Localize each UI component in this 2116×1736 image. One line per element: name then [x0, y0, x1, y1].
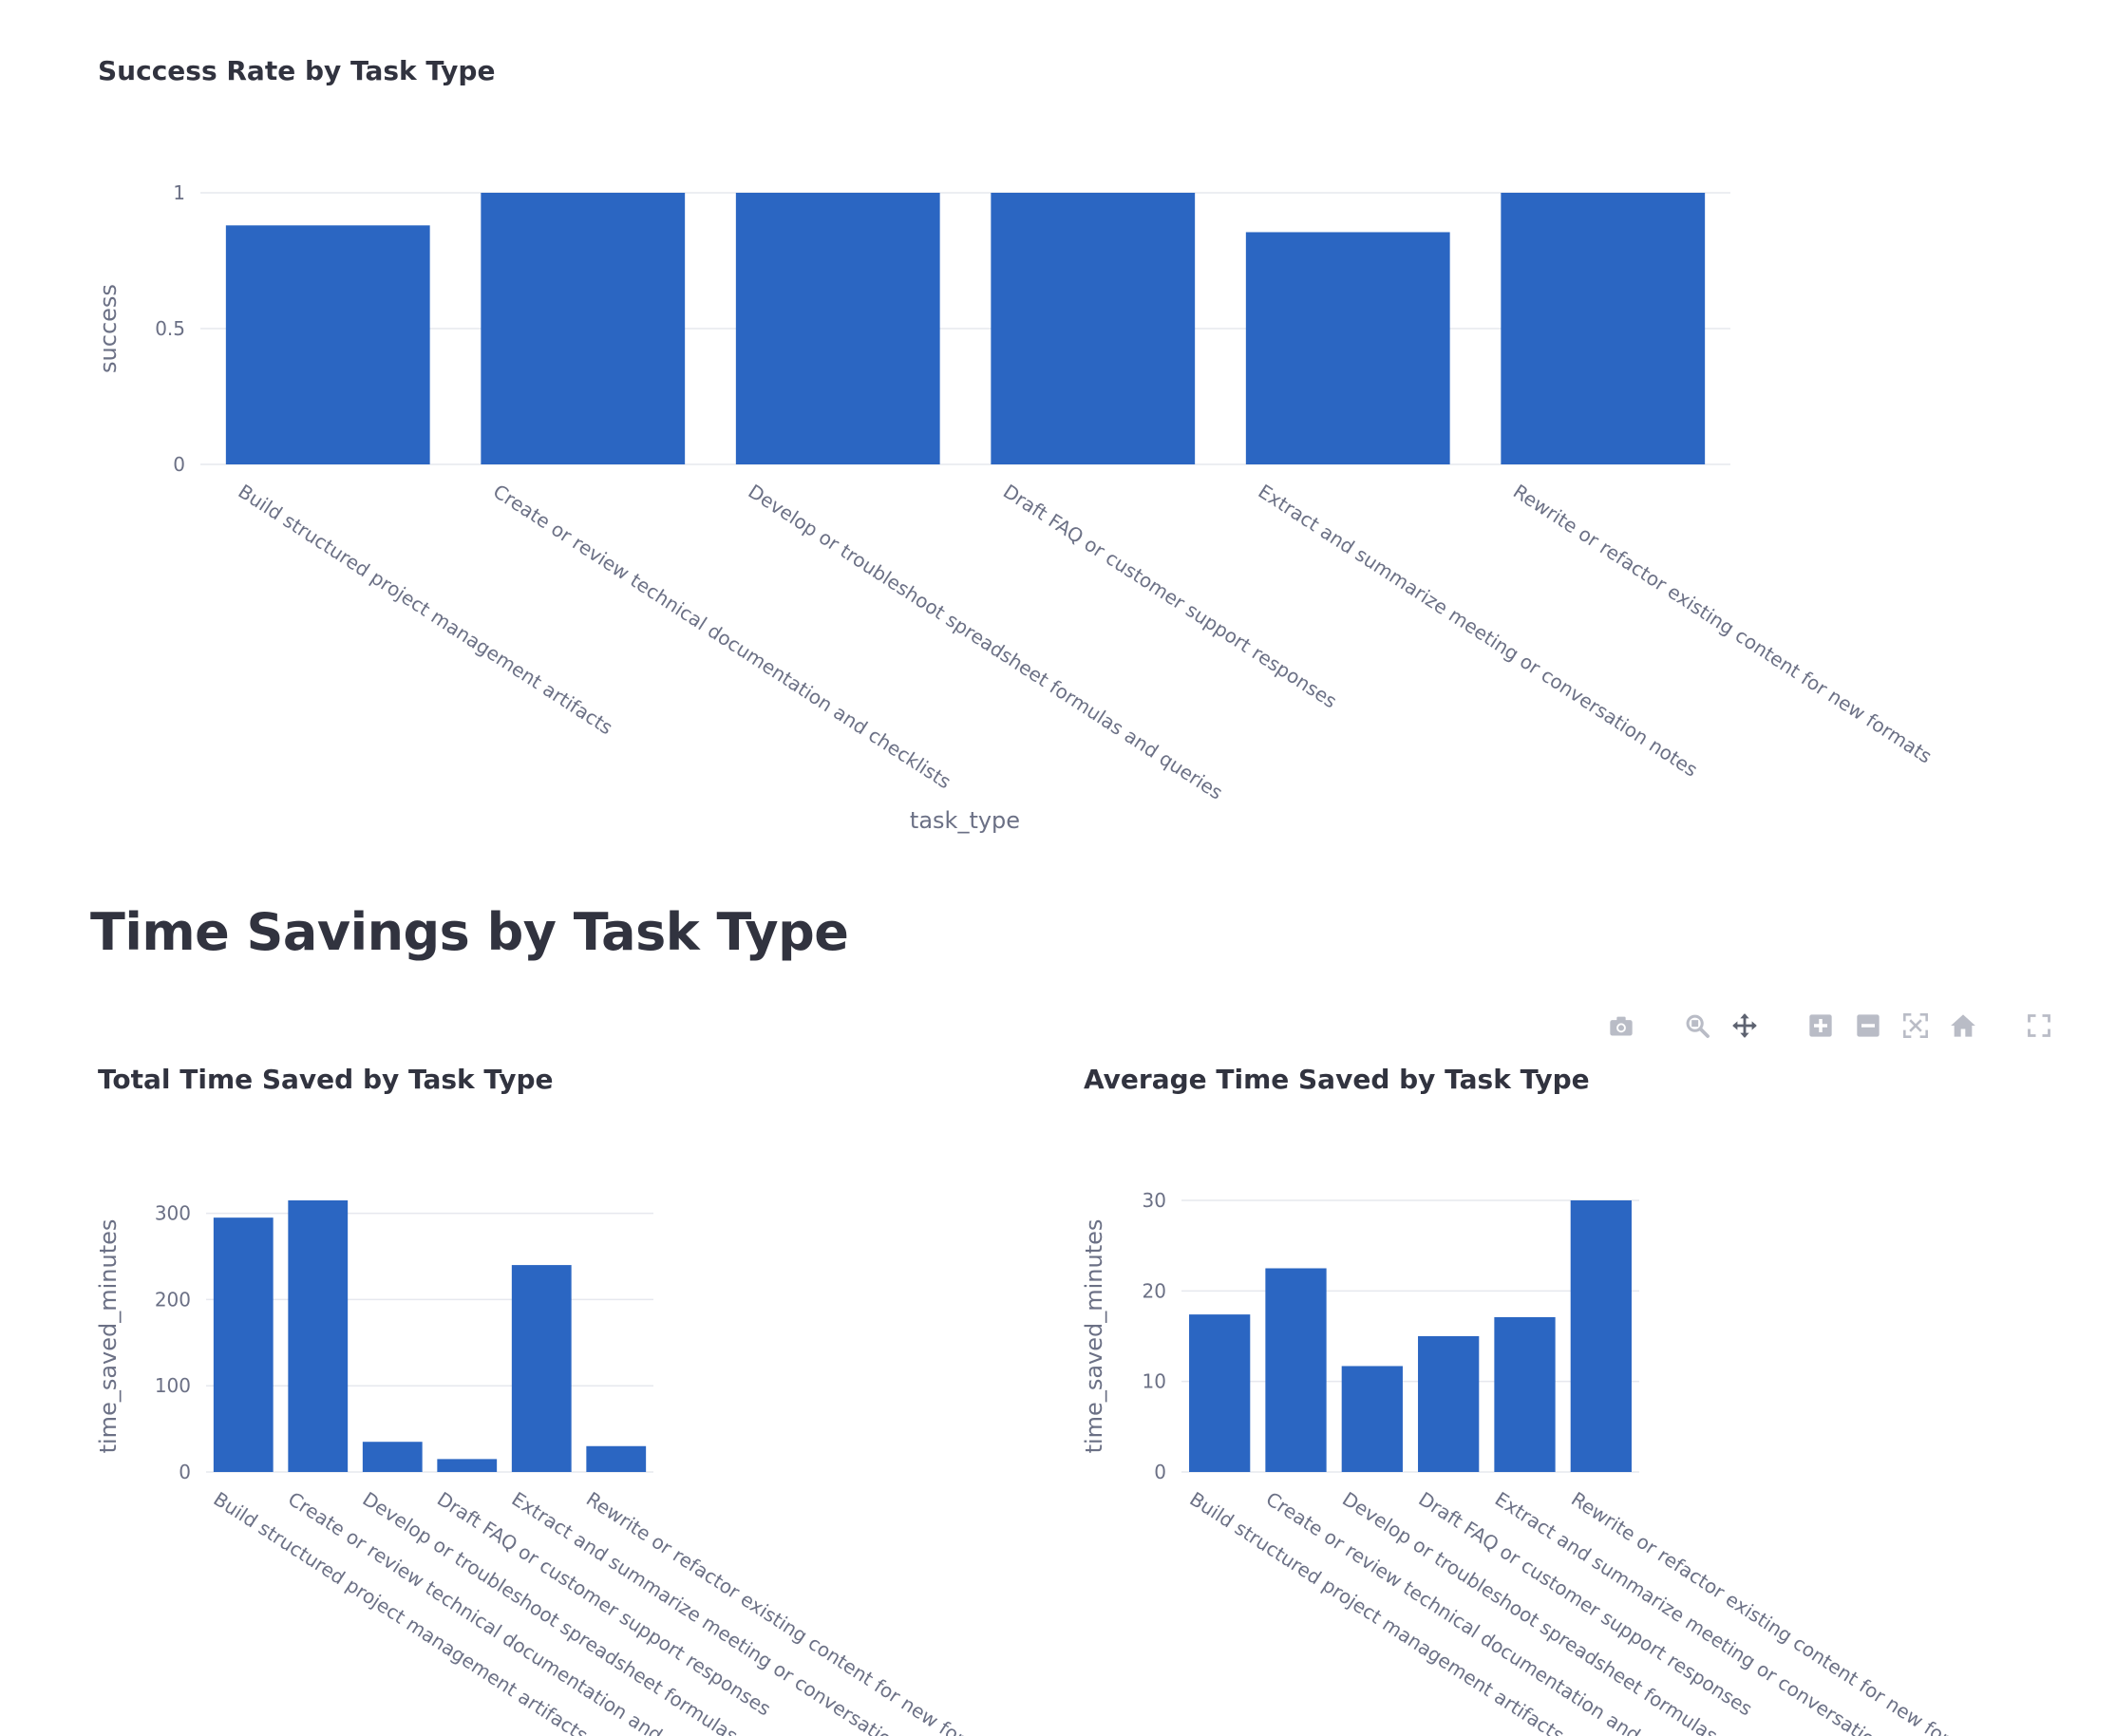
y-tick-label: 0 [1154, 1461, 1166, 1483]
y-axis-title: time_saved_minutes [1081, 1219, 1107, 1454]
bar[interactable] [1189, 1314, 1251, 1472]
bar[interactable] [1418, 1336, 1480, 1472]
bar[interactable] [1265, 1268, 1327, 1473]
y-tick-label: 30 [1143, 1189, 1166, 1212]
average-time-saved-chart[interactable]: 0102030Build structured project manageme… [0, 0, 2116, 1736]
y-tick-label: 20 [1143, 1279, 1166, 1302]
dashboard-page: Success Rate by Task Type 0 0.5 1 Build str… [0, 0, 2116, 1736]
bar[interactable] [1341, 1366, 1403, 1472]
bar[interactable] [1494, 1316, 1556, 1472]
x-tick-label: Rewrite or refactor existing content for… [1567, 1487, 1993, 1736]
bar[interactable] [1570, 1200, 1632, 1472]
y-tick-label: 10 [1143, 1370, 1166, 1393]
